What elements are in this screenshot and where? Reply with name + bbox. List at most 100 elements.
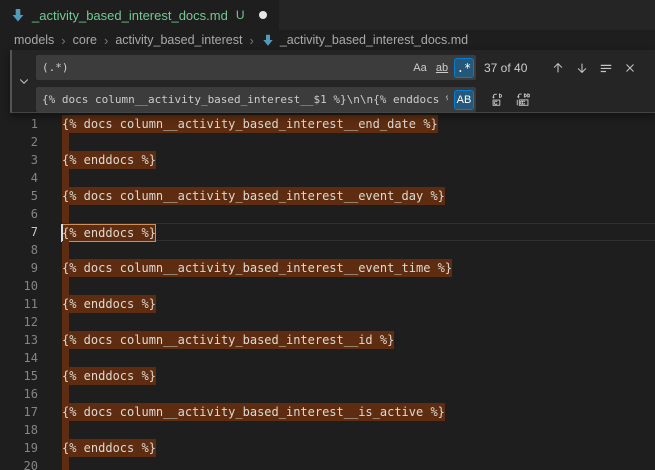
selection-lines-icon bbox=[599, 61, 613, 75]
find-replace-widget: Aa ab .* 37 of 40 bbox=[10, 50, 655, 113]
line-content: {% docs column__activity_based_interest_… bbox=[62, 187, 655, 205]
editor-pane[interactable]: 1 {% docs column__activity_based_interes… bbox=[0, 50, 655, 470]
editor-line[interactable]: 14 bbox=[0, 349, 655, 367]
preserve-case-toggle[interactable]: AB bbox=[454, 90, 474, 110]
line-content: {% enddocs %} bbox=[62, 295, 655, 313]
breadcrumb-item-models[interactable]: models bbox=[14, 33, 54, 47]
editor-line[interactable]: 5 {% docs column__activity_based_interes… bbox=[0, 187, 655, 205]
line-number: 9 bbox=[0, 259, 38, 277]
editor-line[interactable]: 12 bbox=[0, 313, 655, 331]
editor-line[interactable]: 10 bbox=[0, 277, 655, 295]
line-number: 20 bbox=[0, 457, 38, 470]
whole-word-toggle[interactable]: ab bbox=[432, 58, 452, 78]
current-find-match: {% enddocs %} bbox=[62, 224, 156, 242]
line-number: 5 bbox=[0, 187, 38, 205]
editor-lines: 1 {% docs column__activity_based_interes… bbox=[0, 115, 655, 470]
find-match-empty-line bbox=[62, 169, 69, 187]
breadcrumb-separator: › bbox=[104, 33, 108, 48]
line-content bbox=[62, 349, 655, 367]
breadcrumb-item-core[interactable]: core bbox=[73, 33, 97, 47]
line-content bbox=[62, 169, 655, 187]
replace-all-button[interactable] bbox=[512, 90, 532, 110]
tab-filename: _activity_based_interest_docs.md bbox=[32, 8, 228, 23]
line-number: 14 bbox=[0, 349, 38, 367]
arrow-up-icon bbox=[551, 61, 565, 75]
find-input[interactable] bbox=[36, 61, 408, 74]
line-content bbox=[62, 385, 655, 403]
editor-line[interactable]: 18 bbox=[0, 421, 655, 439]
breadcrumb-separator: › bbox=[249, 33, 253, 48]
editor-line[interactable]: 16 bbox=[0, 385, 655, 403]
line-number: 12 bbox=[0, 313, 38, 331]
close-find-button[interactable] bbox=[620, 58, 640, 78]
breadcrumb: models › core › activity_based_interest … bbox=[0, 30, 655, 50]
find-match-empty-line bbox=[62, 313, 69, 331]
editor-line[interactable]: 13 {% docs column__activity_based_intere… bbox=[0, 331, 655, 349]
line-content bbox=[62, 277, 655, 295]
dirty-indicator-icon[interactable] bbox=[259, 11, 267, 19]
breadcrumb-separator: › bbox=[61, 33, 65, 48]
find-match-empty-line bbox=[62, 457, 69, 470]
find-match: {% docs column__activity_based_interest_… bbox=[62, 115, 438, 133]
find-match: {% docs column__activity_based_interest_… bbox=[62, 331, 394, 349]
find-match-empty-line bbox=[62, 385, 69, 403]
line-content: {% enddocs %} bbox=[62, 223, 655, 241]
next-match-button[interactable] bbox=[572, 58, 592, 78]
replace-button[interactable] bbox=[488, 90, 508, 110]
toggle-replace-button[interactable] bbox=[12, 50, 36, 112]
find-match-empty-line bbox=[62, 421, 69, 439]
editor-line[interactable]: 20 bbox=[0, 457, 655, 470]
find-match: {% docs column__activity_based_interest_… bbox=[62, 403, 445, 421]
replace-all-icon bbox=[515, 92, 530, 107]
line-number: 6 bbox=[0, 205, 38, 223]
editor-line[interactable]: 9 {% docs column__activity_based_interes… bbox=[0, 259, 655, 277]
breadcrumb-item-file[interactable]: _activity_based_interest_docs.md bbox=[261, 33, 468, 47]
find-match: {% docs column__activity_based_interest_… bbox=[62, 187, 445, 205]
close-icon bbox=[623, 61, 637, 75]
breadcrumb-item-activity-based-interest[interactable]: activity_based_interest bbox=[115, 33, 242, 47]
find-match: {% enddocs %} bbox=[62, 295, 156, 313]
find-in-selection-button[interactable] bbox=[596, 58, 616, 78]
editor-line[interactable]: 1 {% docs column__activity_based_interes… bbox=[0, 115, 655, 133]
editor-line[interactable]: 2 bbox=[0, 133, 655, 151]
find-match-empty-line bbox=[62, 205, 69, 223]
line-content: {% docs column__activity_based_interest_… bbox=[62, 115, 655, 133]
line-number: 1 bbox=[0, 115, 38, 133]
arrow-down-icon bbox=[575, 61, 589, 75]
editor-line[interactable]: 19 {% enddocs %} bbox=[0, 439, 655, 457]
text-cursor bbox=[61, 224, 63, 242]
replace-input-wrap: AB bbox=[36, 87, 476, 112]
match-case-toggle[interactable]: Aa bbox=[410, 58, 430, 78]
editor-line[interactable]: 17 {% docs column__activity_based_intere… bbox=[0, 403, 655, 421]
editor-line[interactable]: 6 bbox=[0, 205, 655, 223]
line-number: 4 bbox=[0, 169, 38, 187]
tab-active-file[interactable]: _activity_based_interest_docs.md U bbox=[0, 0, 279, 30]
line-content: {% docs column__activity_based_interest_… bbox=[62, 403, 655, 421]
find-match-empty-line bbox=[62, 241, 69, 259]
editor-line[interactable]: 11 {% enddocs %} bbox=[0, 295, 655, 313]
line-content: {% enddocs %} bbox=[62, 439, 655, 457]
previous-match-button[interactable] bbox=[548, 58, 568, 78]
line-number: 13 bbox=[0, 331, 38, 349]
line-content bbox=[62, 457, 655, 470]
editor-line[interactable]: 15 {% enddocs %} bbox=[0, 367, 655, 385]
replace-input[interactable] bbox=[36, 93, 452, 106]
line-content bbox=[62, 133, 655, 151]
line-number: 17 bbox=[0, 403, 38, 421]
line-number: 18 bbox=[0, 421, 38, 439]
editor-line[interactable]: 3 {% enddocs %} bbox=[0, 151, 655, 169]
line-content bbox=[62, 421, 655, 439]
line-content bbox=[62, 313, 655, 331]
line-content bbox=[62, 241, 655, 259]
line-content: {% enddocs %} bbox=[62, 367, 655, 385]
breadcrumb-file-label: _activity_based_interest_docs.md bbox=[280, 33, 468, 47]
regex-toggle[interactable]: .* bbox=[454, 58, 474, 78]
editor-line[interactable]: 8 bbox=[0, 241, 655, 259]
editor-line[interactable]: 4 bbox=[0, 169, 655, 187]
find-match: {% enddocs %} bbox=[62, 439, 156, 457]
line-number: 11 bbox=[0, 295, 38, 313]
vscode-window: _activity_based_interest_docs.md U model… bbox=[0, 0, 655, 470]
match-count: 37 of 40 bbox=[484, 61, 544, 75]
tab-bar: _activity_based_interest_docs.md U bbox=[0, 0, 655, 30]
editor-line[interactable]: 7 {% enddocs %} bbox=[0, 223, 655, 241]
